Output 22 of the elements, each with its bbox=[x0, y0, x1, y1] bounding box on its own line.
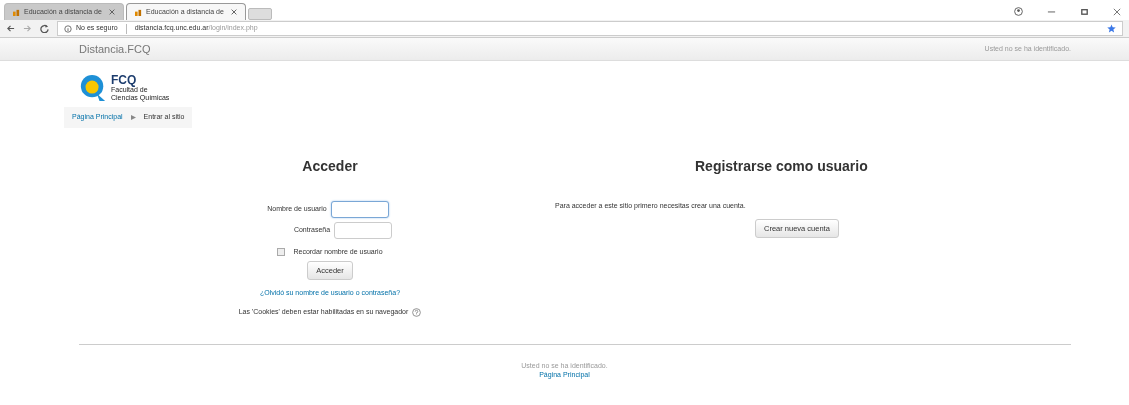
close-icon[interactable] bbox=[1113, 7, 1121, 16]
reload-icon[interactable] bbox=[40, 24, 49, 33]
favicon-icon bbox=[135, 8, 142, 16]
remember-checkbox[interactable] bbox=[277, 247, 286, 256]
restore-icon[interactable] bbox=[1080, 7, 1089, 16]
site-name[interactable]: Distancia.FCQ bbox=[79, 40, 151, 58]
profile-icon[interactable] bbox=[1014, 7, 1023, 16]
help-icon[interactable] bbox=[412, 307, 422, 317]
bookmark-star-icon[interactable] bbox=[1107, 24, 1116, 33]
username-field[interactable] bbox=[330, 200, 389, 218]
separator-icon bbox=[130, 114, 136, 120]
close-icon[interactable] bbox=[109, 9, 115, 15]
login-heading: Acceder bbox=[302, 156, 358, 176]
close-icon[interactable] bbox=[231, 9, 237, 15]
logo-text: FCQ bbox=[111, 74, 137, 87]
back-icon[interactable] bbox=[6, 24, 15, 33]
password-field[interactable] bbox=[334, 221, 393, 239]
logo-icon bbox=[79, 74, 107, 102]
info-icon bbox=[64, 24, 72, 33]
favicon-icon bbox=[13, 8, 20, 16]
forward-icon[interactable] bbox=[23, 24, 32, 33]
signup-heading: Registrarse como usuario bbox=[695, 156, 869, 176]
